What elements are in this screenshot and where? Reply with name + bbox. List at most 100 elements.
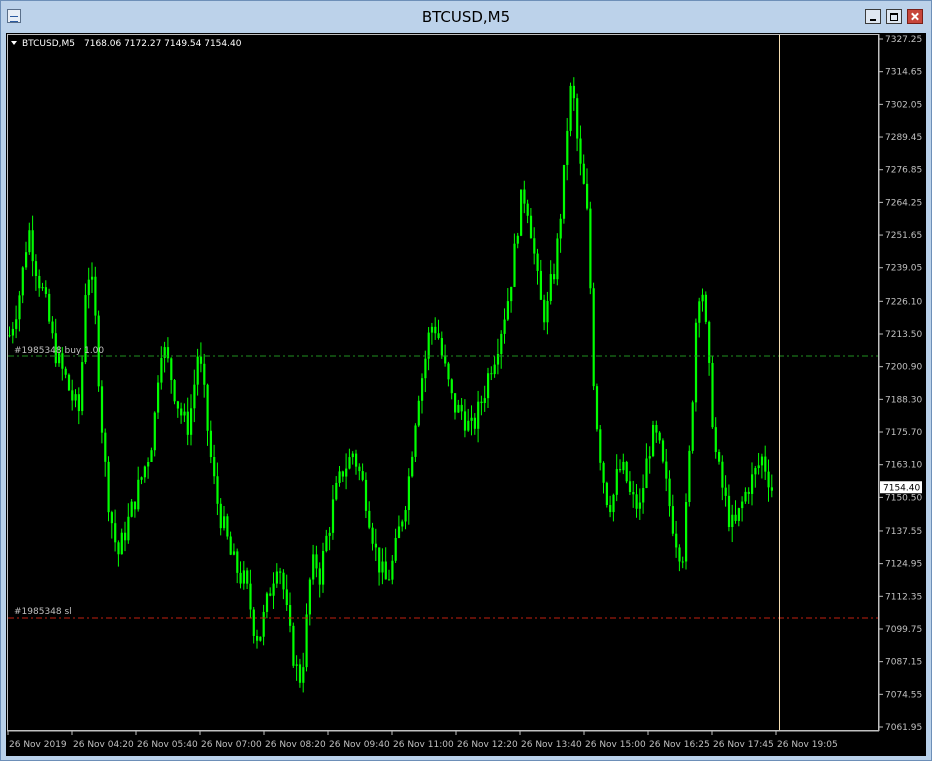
candle-body — [219, 503, 222, 529]
candle-body — [513, 243, 516, 287]
candle-body — [312, 554, 315, 580]
candle-body — [374, 543, 377, 548]
candle-body — [635, 494, 638, 509]
candle-body — [454, 393, 457, 413]
candle-body — [404, 510, 407, 522]
candle-body — [691, 402, 694, 451]
candle-body — [612, 494, 615, 513]
candle-body — [117, 542, 120, 555]
candle-body — [562, 164, 566, 219]
candle-body — [292, 625, 295, 666]
candle-body — [282, 572, 285, 590]
candle-body — [107, 461, 110, 513]
chart-window: BTCUSD,M5 7327.25 7314.65 7302.05 7289.45 72… — [0, 0, 932, 761]
candle-body — [355, 453, 358, 467]
candle-body — [556, 238, 559, 280]
price-tick-label: 7239.05 — [885, 264, 922, 274]
candle-body — [411, 456, 414, 477]
candle-body — [708, 321, 711, 363]
candle-body — [447, 363, 450, 380]
candle-body — [652, 424, 655, 457]
candle-body — [358, 466, 361, 472]
candle-body — [539, 270, 542, 300]
candle-body — [166, 347, 170, 359]
candle-body — [549, 274, 552, 301]
maximize-icon[interactable] — [886, 9, 902, 24]
candle-body — [648, 456, 651, 459]
candle-body — [731, 514, 734, 527]
candle-body — [21, 267, 24, 296]
candle-body — [615, 469, 618, 495]
candle-body — [341, 471, 344, 477]
price-tick-label: 7150.50 — [885, 493, 922, 503]
price-tick-label: 7226.10 — [885, 297, 922, 307]
candle-body — [473, 417, 476, 429]
candle-body — [764, 456, 767, 472]
candle-body — [25, 252, 28, 268]
candle-body — [582, 163, 585, 184]
price-chart[interactable]: 7327.25 7314.65 7302.05 7289.45 7276.85 7264.… — [6, 33, 926, 756]
candle-body — [397, 526, 401, 539]
candle-body — [265, 593, 269, 612]
time-tick-label: 26 Nov 16:25 — [649, 740, 710, 750]
candle-body — [460, 404, 463, 412]
candle-body — [714, 427, 717, 453]
minimize-icon[interactable] — [865, 9, 881, 24]
candle-body — [28, 230, 31, 253]
title-bar[interactable]: BTCUSD,M5 — [1, 1, 931, 31]
candle-body — [668, 478, 671, 507]
candle-body — [493, 364, 496, 375]
candle-body — [226, 516, 229, 537]
candle-body — [252, 609, 255, 636]
candle-body — [34, 261, 38, 276]
candle-body — [483, 398, 486, 403]
chart-canvas[interactable]: 7327.25 7314.65 7302.05 7289.45 7276.85 7264.… — [6, 33, 926, 756]
candle-body — [193, 384, 196, 409]
candle-body — [378, 547, 381, 573]
candle-body — [140, 477, 143, 480]
plot-frame — [7, 34, 879, 731]
candle-body — [457, 404, 460, 413]
info-toggle-icon[interactable] — [11, 41, 17, 45]
time-tick-label: 26 Nov 11:00 — [393, 740, 454, 750]
candle-series — [8, 77, 773, 693]
time-tick-label: 26 Nov 17:45 — [713, 740, 774, 750]
candle-body — [724, 487, 727, 496]
candle-body — [694, 322, 698, 403]
candle-body — [104, 432, 107, 462]
candle-body — [229, 536, 232, 555]
candle-body — [391, 560, 394, 580]
candle-body — [388, 579, 391, 581]
candle-body — [619, 469, 622, 471]
candle-body — [223, 516, 226, 529]
candle-body — [737, 508, 740, 521]
time-tick-label: 26 Nov 2019 — [9, 740, 67, 750]
price-tick-label: 7061.95 — [885, 723, 922, 733]
candle-body — [437, 333, 440, 339]
price-tick-label: 7302.05 — [885, 100, 922, 110]
candle-body — [44, 287, 47, 294]
candle-body — [579, 138, 582, 164]
candle-body — [232, 551, 236, 555]
candle-body — [467, 420, 470, 431]
candle-body — [394, 538, 397, 561]
current-price-label: 7154.40 — [883, 483, 920, 493]
close-icon[interactable] — [907, 9, 923, 24]
candle-body — [704, 294, 707, 322]
candle-body — [744, 491, 747, 502]
candle-body — [371, 527, 374, 544]
candle-body — [553, 274, 556, 280]
candle-body — [721, 461, 724, 488]
candle-body — [87, 279, 90, 296]
candle-body — [51, 321, 54, 334]
candle-body — [157, 382, 160, 413]
candle-body — [685, 502, 688, 562]
candle-body — [718, 452, 721, 462]
candle-body — [754, 468, 757, 475]
candle-body — [269, 593, 272, 596]
candle-body — [180, 408, 183, 416]
candle-body — [503, 319, 506, 334]
time-tick-label: 26 Nov 04:20 — [73, 740, 134, 750]
candle-body — [698, 301, 701, 323]
candle-body — [665, 461, 668, 479]
